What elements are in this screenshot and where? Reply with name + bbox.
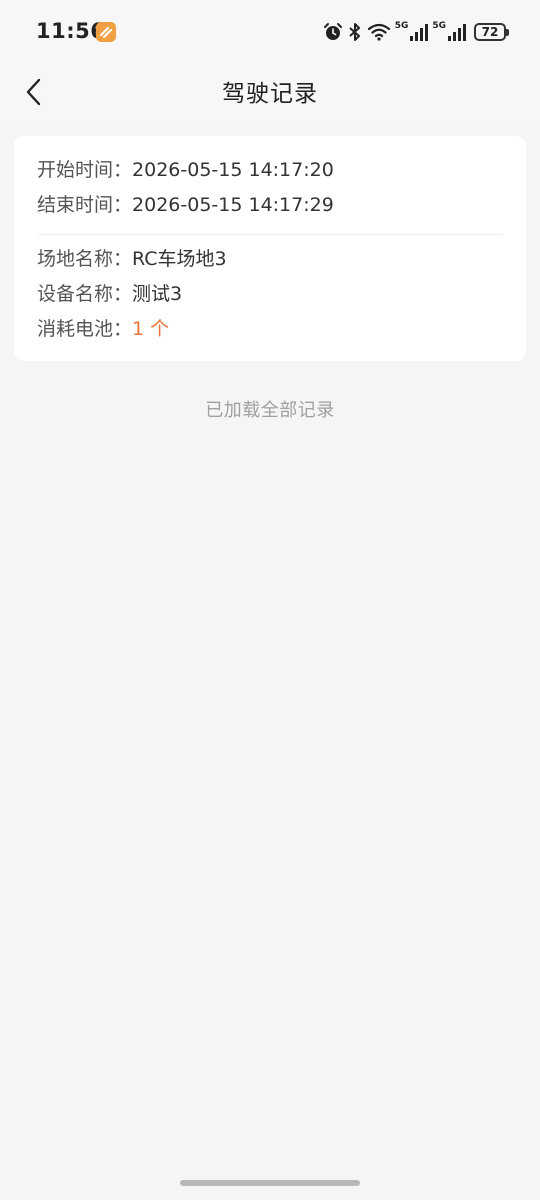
record-card[interactable]: 开始时间：2026-05-15 14:17:20 结束时间：2026-05-15…	[14, 136, 526, 361]
page-title: 驾驶记录	[222, 81, 318, 107]
end-time-value: 2026-05-15 14:17:29	[132, 194, 334, 216]
start-time-value: 2026-05-15 14:17:20	[132, 159, 334, 181]
device-value: 测试3	[132, 283, 183, 305]
status-time: 11:56	[36, 19, 106, 43]
venue-label: 场地名称：	[37, 248, 133, 270]
end-time-label: 结束时间：	[37, 194, 133, 216]
battery-icon: 72	[474, 23, 509, 41]
signal-icon	[410, 22, 429, 42]
nav-bar: 驾驶记录	[0, 64, 540, 120]
card-divider	[37, 234, 503, 235]
venue-value: RC车场地3	[132, 248, 227, 270]
bluetooth-icon	[347, 22, 363, 42]
start-time-row: 开始时间：2026-05-15 14:17:20	[37, 153, 503, 188]
battery-usage-label: 消耗电池：	[37, 318, 133, 340]
network-type-1: 5G	[394, 21, 409, 31]
alarm-icon	[323, 22, 343, 42]
start-time-label: 开始时间：	[37, 159, 133, 181]
load-complete-text: 已加载全部记录	[205, 400, 335, 421]
status-bar: 11:56 5G 5G 72	[0, 0, 540, 64]
network-type-2: 5G	[432, 21, 446, 31]
battery-usage-row: 消耗电池：1 个	[37, 312, 503, 347]
device-row: 设备名称：测试3	[37, 277, 503, 312]
wifi-icon	[367, 22, 391, 42]
venue-row: 场地名称：RC车场地3	[37, 242, 503, 277]
home-indicator[interactable]	[180, 1180, 360, 1186]
signal-icon	[448, 22, 466, 42]
device-label: 设备名称：	[37, 283, 133, 305]
battery-usage-value: 1 个	[132, 318, 170, 340]
time-group: 开始时间：2026-05-15 14:17:20 结束时间：2026-05-15…	[37, 136, 503, 223]
status-icons: 5G 5G 72	[323, 20, 509, 44]
end-time-row: 结束时间：2026-05-15 14:17:29	[37, 188, 503, 223]
app-badge-icon	[96, 22, 116, 42]
